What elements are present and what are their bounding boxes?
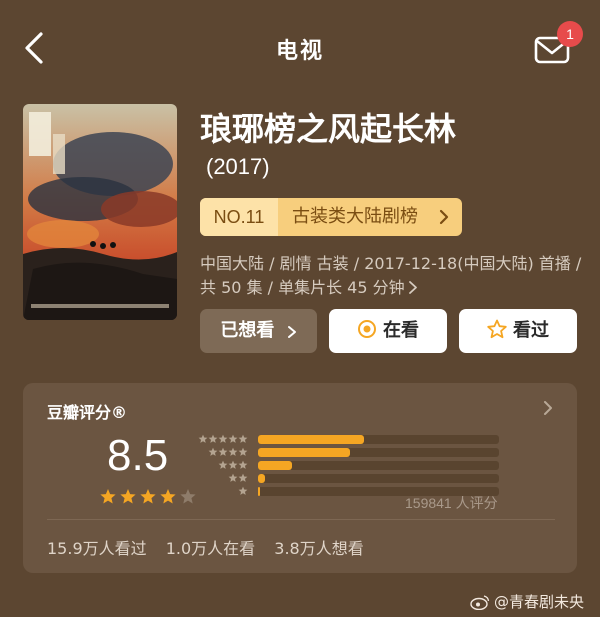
star-icon [140, 489, 156, 504]
row-stars-icon [238, 486, 248, 495]
rank-number: NO.11 [200, 198, 278, 236]
rating-bar-track [258, 435, 499, 444]
top-bar: 电视 1 [0, 0, 600, 96]
rating-bar-track [258, 461, 499, 470]
chevron-right-icon[interactable] [543, 401, 553, 415]
show-meta[interactable]: 中国大陆 / 剧情 古装 / 2017-12-18(中国大陆) 首播 / 共 5… [200, 252, 586, 300]
row-stars-icon [198, 434, 248, 443]
show-title: 琅琊榜之风起长林 [200, 110, 457, 148]
stat-watching: 1.0万人在看 [165, 539, 256, 558]
stat-wanted: 3.8万人想看 [274, 539, 364, 558]
weibo-icon [470, 595, 490, 610]
watermark-text: @青春剧未央 [494, 593, 585, 611]
rating-bar-row [193, 459, 513, 471]
wanted-button[interactable]: 已想看 [200, 309, 317, 353]
watching-button[interactable]: 在看 [329, 309, 447, 353]
rating-bar-track [258, 474, 499, 483]
row-stars-icon [228, 473, 248, 482]
watched-label: 看过 [513, 320, 549, 341]
rating-card[interactable]: 豆瓣评分® 8.5 159841 人评分 15.9万人看过 1.0万人在看 3.… [23, 383, 577, 573]
chevron-right-icon [439, 209, 449, 225]
rating-bar-fill [258, 474, 266, 483]
stat-watched: 15.9万人看过 [47, 539, 147, 558]
star-icon [160, 489, 176, 504]
divider [47, 519, 555, 520]
rating-bar-row [193, 472, 513, 484]
rank-label: 古装类大陆剧榜 [292, 206, 418, 227]
rating-bar-row [193, 433, 513, 445]
rating-bar-fill [258, 487, 261, 496]
show-meta-text: 中国大陆 / 剧情 古装 / 2017-12-18(中国大陆) 首播 / 共 5… [200, 254, 582, 297]
poster-artwork [23, 104, 177, 320]
star-outline-icon [487, 319, 507, 339]
watching-label: 在看 [383, 320, 419, 341]
rating-bar-fill [258, 448, 350, 457]
rating-stats: 15.9万人看过 1.0万人在看 3.8万人想看 [47, 535, 378, 559]
watched-button[interactable]: 看过 [459, 309, 577, 353]
rating-bar-fill [258, 461, 292, 470]
star-icon [120, 489, 136, 504]
target-icon [358, 320, 376, 338]
rating-bar-row [193, 446, 513, 458]
poster-image[interactable] [23, 104, 177, 320]
row-stars-icon [208, 447, 248, 456]
rating-bar-fill [258, 435, 365, 444]
show-year: (2017) [206, 154, 270, 179]
rating-title: 豆瓣评分® [47, 403, 128, 422]
rating-bar-track [258, 448, 499, 457]
rating-count: 159841 人评分 [405, 495, 498, 511]
rating-score: 8.5 [107, 431, 169, 480]
star-icon [100, 489, 116, 504]
page-title: 电视 [275, 39, 324, 64]
chevron-right-icon [408, 281, 417, 294]
notification-badge: 1 [557, 21, 583, 47]
wanted-label: 已想看 [220, 320, 275, 341]
watermark: @青春剧未央 [470, 591, 584, 612]
rank-badge[interactable]: NO.11 古装类大陆剧榜 [200, 198, 462, 236]
row-stars-icon [218, 460, 248, 469]
chevron-right-icon [287, 326, 296, 338]
